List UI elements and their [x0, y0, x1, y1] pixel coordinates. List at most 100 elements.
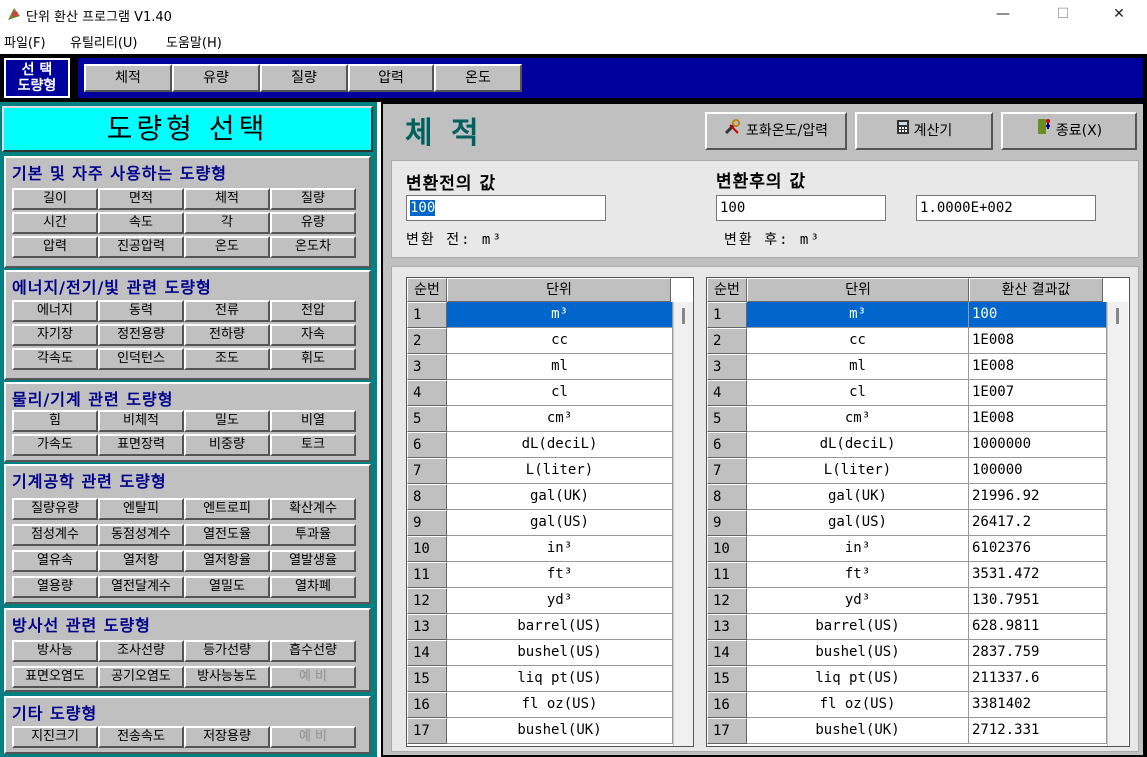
result-row[interactable]: 13 barrel(US) 628.9811	[707, 614, 1107, 640]
before-unit-row[interactable]: 6 dL(deciL)	[407, 432, 673, 458]
measure-button[interactable]: 진공압력	[98, 236, 184, 258]
measure-button[interactable]: 열전달계수	[98, 576, 184, 598]
result-row[interactable]: 5 cm³ 1E008	[707, 406, 1107, 432]
before-value-input[interactable]: 100	[406, 195, 606, 221]
measure-button[interactable]: 동점성계수	[98, 524, 184, 546]
measure-button[interactable]: 인덕턴스	[98, 348, 184, 370]
menu-utility[interactable]: 유틸리티(U)	[70, 32, 138, 51]
measure-button[interactable]: 엔탈피	[98, 498, 184, 520]
measure-button[interactable]: 전압	[270, 300, 356, 322]
measure-button[interactable]: 열저항율	[184, 550, 270, 572]
measure-button[interactable]: 속도	[98, 212, 184, 234]
after-value-scientific[interactable]: 1.0000E+002	[916, 195, 1096, 221]
result-list-scrollbar[interactable]	[1107, 302, 1128, 746]
measure-button[interactable]: 자속	[270, 324, 356, 346]
result-row[interactable]: 6 dL(deciL) 1000000	[707, 432, 1107, 458]
exit-button[interactable]: 종료(X)	[1001, 112, 1137, 150]
measure-button[interactable]: 힘	[12, 410, 98, 432]
menu-help[interactable]: 도움말(H)	[166, 32, 222, 51]
measure-button[interactable]: 비중량	[184, 434, 270, 456]
measure-button[interactable]: 유량	[270, 212, 356, 234]
before-unit-row[interactable]: 9 gal(US)	[407, 510, 673, 536]
measure-button[interactable]: 열발생율	[270, 550, 356, 572]
result-row[interactable]: 16 fl oz(US) 3381402	[707, 692, 1107, 718]
measure-button[interactable]: 면적	[98, 188, 184, 210]
measure-button[interactable]: 열밀도	[184, 576, 270, 598]
measure-button[interactable]: 열저항	[98, 550, 184, 572]
before-unit-row[interactable]: 1 m³	[407, 302, 673, 328]
measure-button[interactable]: 확산계수	[270, 498, 356, 520]
measure-button[interactable]: 흡수선량	[270, 640, 356, 662]
before-unit-row[interactable]: 2 cc	[407, 328, 673, 354]
before-list-scrollbar[interactable]	[673, 302, 693, 746]
before-unit-row[interactable]: 7 L(liter)	[407, 458, 673, 484]
measure-button[interactable]: 공기오염도	[98, 666, 184, 688]
measure-button[interactable]: 질량	[270, 188, 356, 210]
result-row[interactable]: 2 cc 1E008	[707, 328, 1107, 354]
before-unit-row[interactable]: 14 bushel(US)	[407, 640, 673, 666]
tab-mass[interactable]: 질량	[260, 64, 348, 92]
measure-button[interactable]: 체적	[184, 188, 270, 210]
before-unit-row[interactable]: 8 gal(UK)	[407, 484, 673, 510]
before-unit-row[interactable]: 4 cl	[407, 380, 673, 406]
measure-button[interactable]: 각	[184, 212, 270, 234]
measure-button[interactable]: 정전용량	[98, 324, 184, 346]
menu-file[interactable]: 파일(F)	[4, 32, 46, 51]
measure-button[interactable]: 점성계수	[12, 524, 98, 546]
measure-button[interactable]: 길이	[12, 188, 98, 210]
measure-button[interactable]: 밀도	[184, 410, 270, 432]
before-unit-row[interactable]: 13 barrel(US)	[407, 614, 673, 640]
measure-button[interactable]: 저장용량	[184, 726, 270, 748]
measure-button[interactable]: 열유속	[12, 550, 98, 572]
measure-button[interactable]: 각속도	[12, 348, 98, 370]
measure-button[interactable]: 조사선량	[98, 640, 184, 662]
result-row[interactable]: 8 gal(UK) 21996.92	[707, 484, 1107, 510]
measure-button[interactable]: 온도	[184, 236, 270, 258]
measure-button[interactable]: 가속도	[12, 434, 98, 456]
before-unit-row[interactable]: 11 ft³	[407, 562, 673, 588]
result-list[interactable]: 순번 단위 환산 결과값 1 m³ 100 2 cc 1E008 3 ml 1E008 4 cl 1E…	[706, 277, 1130, 747]
before-unit-row[interactable]: 10 in³	[407, 536, 673, 562]
measure-button[interactable]: 방사능농도	[184, 666, 270, 688]
measure-button[interactable]: 방사능	[12, 640, 98, 662]
maximize-button[interactable]: ☐	[1040, 0, 1086, 28]
measure-button[interactable]: 표면장력	[98, 434, 184, 456]
measure-button[interactable]: 조도	[184, 348, 270, 370]
measure-button[interactable]: 표면오염도	[12, 666, 98, 688]
measure-button[interactable]: 질량유량	[12, 498, 98, 520]
tab-volume[interactable]: 체적	[84, 64, 172, 92]
measure-button[interactable]: 시간	[12, 212, 98, 234]
after-value-output[interactable]: 100	[716, 195, 886, 221]
measure-button[interactable]: 휘도	[270, 348, 356, 370]
before-unit-list[interactable]: 순번 단위 1 m³ 2 cc 3 ml 4 cl 5 cm³ 6 dL(deciL) 7 L(liter…	[406, 277, 694, 747]
before-unit-row[interactable]: 3 ml	[407, 354, 673, 380]
saturation-button[interactable]: 포화온도/압력	[705, 112, 847, 150]
result-row[interactable]: 12 yd³ 130.7951	[707, 588, 1107, 614]
measure-button[interactable]: 지진크기	[12, 726, 98, 748]
result-row[interactable]: 3 ml 1E008	[707, 354, 1107, 380]
before-unit-row[interactable]: 17 bushel(UK)	[407, 718, 673, 744]
measure-button[interactable]: 전류	[184, 300, 270, 322]
measure-button[interactable]: 열용량	[12, 576, 98, 598]
measure-button[interactable]: 엔트로피	[184, 498, 270, 520]
scroll-thumb[interactable]	[682, 308, 685, 324]
measure-button[interactable]: 열전도율	[184, 524, 270, 546]
measure-button[interactable]: 압력	[12, 236, 98, 258]
tab-temperature[interactable]: 온도	[434, 64, 522, 92]
before-unit-row[interactable]: 12 yd³	[407, 588, 673, 614]
measure-button[interactable]: 비열	[270, 410, 356, 432]
result-row[interactable]: 11 ft³ 3531.472	[707, 562, 1107, 588]
minimize-button[interactable]: —	[980, 0, 1026, 28]
measure-button[interactable]: 동력	[98, 300, 184, 322]
tab-flow[interactable]: 유량	[172, 64, 260, 92]
measure-button[interactable]: 투과율	[270, 524, 356, 546]
measure-button[interactable]: 토크	[270, 434, 356, 456]
scroll-thumb[interactable]	[1116, 308, 1119, 324]
result-row[interactable]: 17 bushel(UK) 2712.331	[707, 718, 1107, 744]
measure-button[interactable]: 전하량	[184, 324, 270, 346]
measure-button[interactable]: 전송속도	[98, 726, 184, 748]
tab-pressure[interactable]: 압력	[348, 64, 434, 92]
measure-button[interactable]: 에너지	[12, 300, 98, 322]
result-row[interactable]: 7 L(liter) 100000	[707, 458, 1107, 484]
before-unit-row[interactable]: 16 fl oz(US)	[407, 692, 673, 718]
